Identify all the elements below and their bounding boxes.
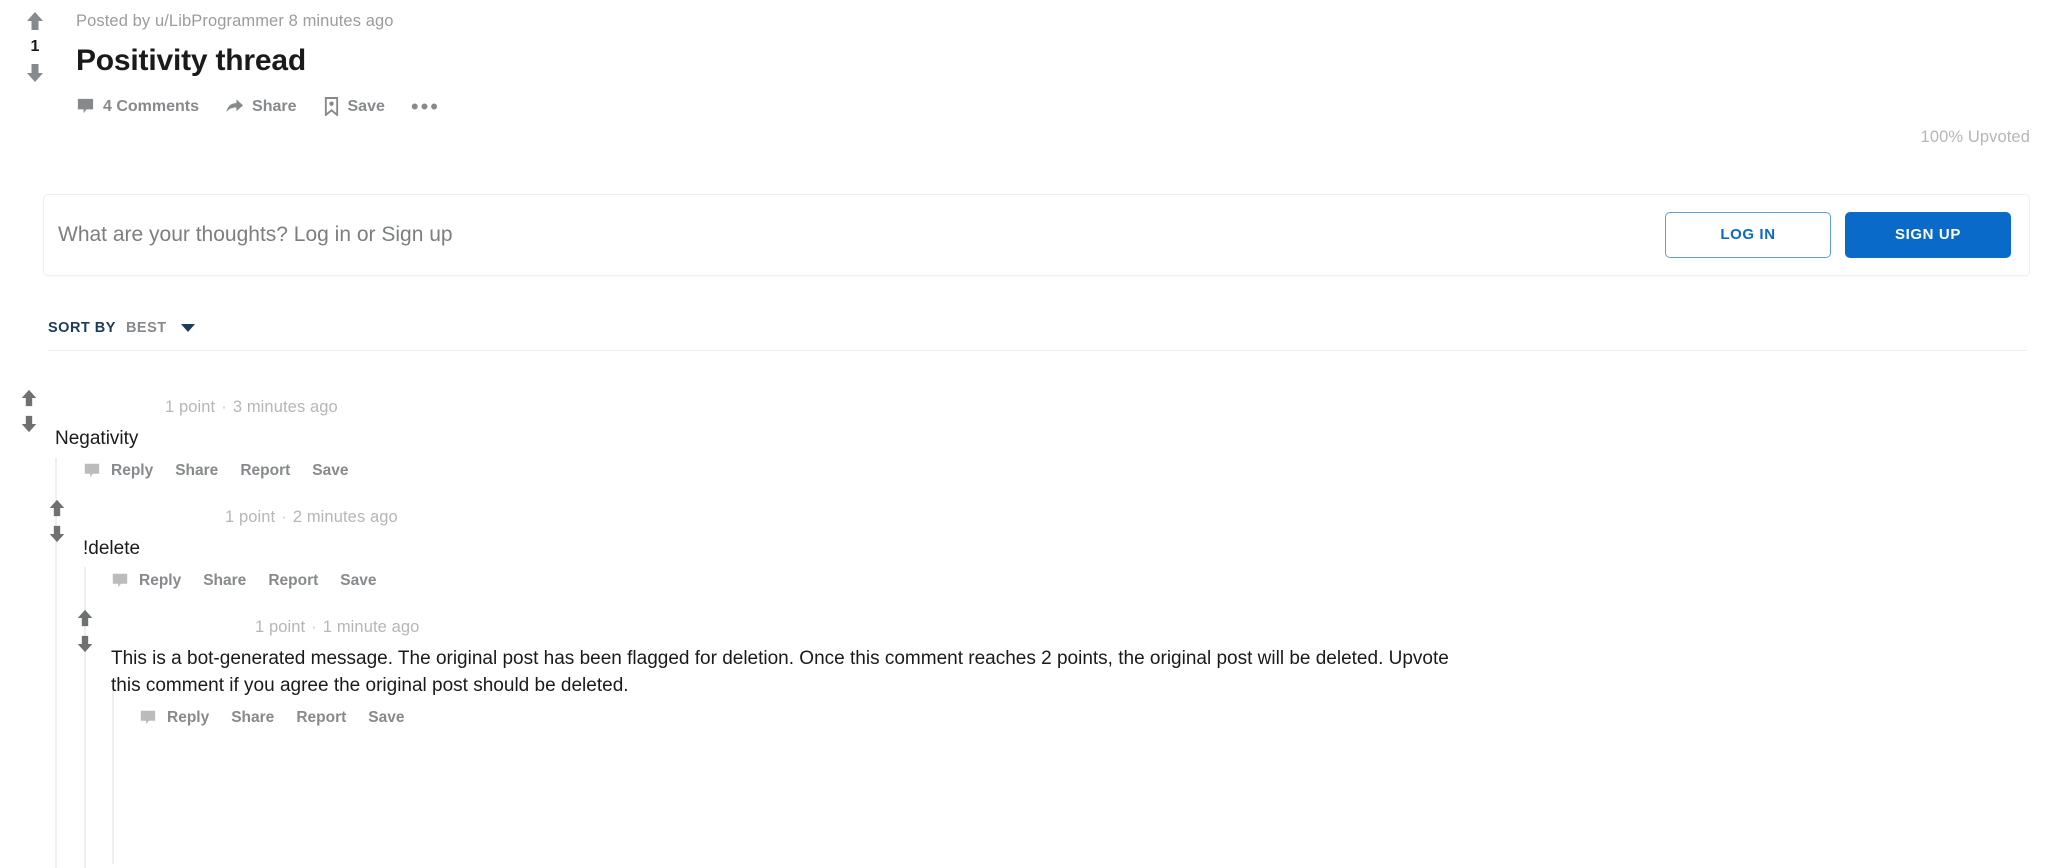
upvote-arrow-icon[interactable] <box>19 388 39 414</box>
post-comments-button[interactable]: 4 Comments <box>76 97 199 116</box>
comment-bubble-icon <box>83 462 101 480</box>
comment-meta: 1 point · 3 minutes ago <box>165 398 338 416</box>
upvote-arrow-icon[interactable] <box>24 10 46 32</box>
post-action-bar: 4 Comments Share Save ••• <box>76 95 2048 117</box>
post-comments-label: 4 Comments <box>103 97 200 115</box>
comment-action-bar: Reply Share Report Save <box>55 462 370 480</box>
comment-meta: 1 point · 1 minute ago <box>255 618 420 636</box>
post-share-label: Share <box>252 97 297 115</box>
comment-bubble-icon <box>76 97 95 116</box>
comment-report-button[interactable]: Report <box>268 572 318 590</box>
downvote-arrow-icon[interactable] <box>19 414 39 440</box>
page-title: Positivity thread <box>76 44 306 77</box>
post-vote-count: 1 <box>30 38 40 55</box>
comment-body-line-1: This is a bot-generated message. The ori… <box>111 648 1113 669</box>
login-button[interactable]: LOG IN <box>1665 212 1831 258</box>
signup-button[interactable]: SIGN UP <box>1845 212 2011 258</box>
comment-age: 1 minute ago <box>322 618 420 636</box>
comment-age: 3 minutes ago <box>232 398 338 416</box>
comment-report-button[interactable]: Report <box>296 709 346 727</box>
comment-item: 1 point · 1 minute ago This is a bot-gener… <box>56 609 1451 727</box>
post-share-button[interactable]: Share <box>225 97 297 116</box>
comment-body: Negativity <box>55 428 139 449</box>
upvote-arrow-icon[interactable] <box>47 498 67 524</box>
sort-current-value[interactable]: BEST <box>126 320 167 336</box>
comment-content: 1 point · 2 minutes ago !delete Reply Shar… <box>83 506 398 590</box>
comment-input-placeholder[interactable]: What are your thoughts? Log in or Sign u… <box>58 221 1665 249</box>
post-save-button[interactable]: Save <box>323 97 385 116</box>
sort-divider <box>48 350 2027 351</box>
comment-report-button[interactable]: Report <box>240 462 290 480</box>
comment-action-bar: Reply Share Report Save <box>111 709 1451 727</box>
share-arrow-icon <box>225 97 244 116</box>
comment-save-button[interactable]: Save <box>312 462 348 480</box>
comment-share-button[interactable]: Share <box>231 709 274 727</box>
comment-vote-controls <box>72 608 98 660</box>
downvote-arrow-icon[interactable] <box>47 524 67 550</box>
bookmark-icon <box>323 97 340 116</box>
post-save-label: Save <box>347 97 385 115</box>
comment-item: 1 point · 2 minutes ago !delete Reply Shar… <box>28 499 398 590</box>
comment-reply-button[interactable]: Reply <box>167 709 209 727</box>
comment-meta: 1 point · 2 minutes ago <box>225 508 398 526</box>
sort-bar: SORT BY BEST <box>48 320 2027 351</box>
comment-points: 1 point <box>225 508 276 526</box>
sort-by-label: SORT BY <box>48 320 116 336</box>
downvote-arrow-icon[interactable] <box>75 634 95 660</box>
comment-points: 1 point <box>255 618 306 636</box>
comment-content: 1 point · 3 minutes ago Negativity Reply S… <box>55 396 370 480</box>
comment-bubble-icon <box>111 572 129 590</box>
comment-points: 1 point <box>165 398 216 416</box>
comment-content: 1 point · 1 minute ago This is a bot-gener… <box>111 616 1451 727</box>
comment-item: 1 point · 3 minutes ago Negativity Reply S… <box>0 389 370 480</box>
post-body: Posted by u/LibProgrammer 8 minutes ago … <box>76 0 2048 117</box>
sort-control[interactable]: SORT BY BEST <box>48 320 2027 350</box>
comment-share-button[interactable]: Share <box>203 572 246 590</box>
comment-body: !delete <box>83 538 141 559</box>
post-meta: Posted by u/LibProgrammer 8 minutes ago <box>76 12 394 30</box>
comment-share-button[interactable]: Share <box>175 462 218 480</box>
downvote-arrow-icon[interactable] <box>24 62 46 84</box>
comment-save-button[interactable]: Save <box>368 709 404 727</box>
comment-compose-box[interactable]: What are your thoughts? Log in or Sign u… <box>43 194 2030 276</box>
post-vote-controls: 1 <box>14 10 56 84</box>
post-more-options-button[interactable]: ••• <box>411 95 440 117</box>
comment-vote-controls <box>44 498 70 550</box>
comment-bubble-icon <box>139 709 157 727</box>
upvoted-percentage: 100% Upvoted <box>1920 128 2030 146</box>
comment-action-bar: Reply Share Report Save <box>83 572 398 590</box>
comment-reply-button[interactable]: Reply <box>111 462 153 480</box>
post-container: 1 Posted by u/LibProgrammer 8 minutes ag… <box>0 0 2048 146</box>
chevron-down-icon[interactable] <box>180 324 195 332</box>
comment-vote-controls <box>16 388 42 440</box>
comment-save-button[interactable]: Save <box>340 572 376 590</box>
comment-body: This is a bot-generated message. The ori… <box>111 645 1451 699</box>
comment-age: 2 minutes ago <box>292 508 398 526</box>
upvote-arrow-icon[interactable] <box>75 608 95 634</box>
comment-reply-button[interactable]: Reply <box>139 572 181 590</box>
